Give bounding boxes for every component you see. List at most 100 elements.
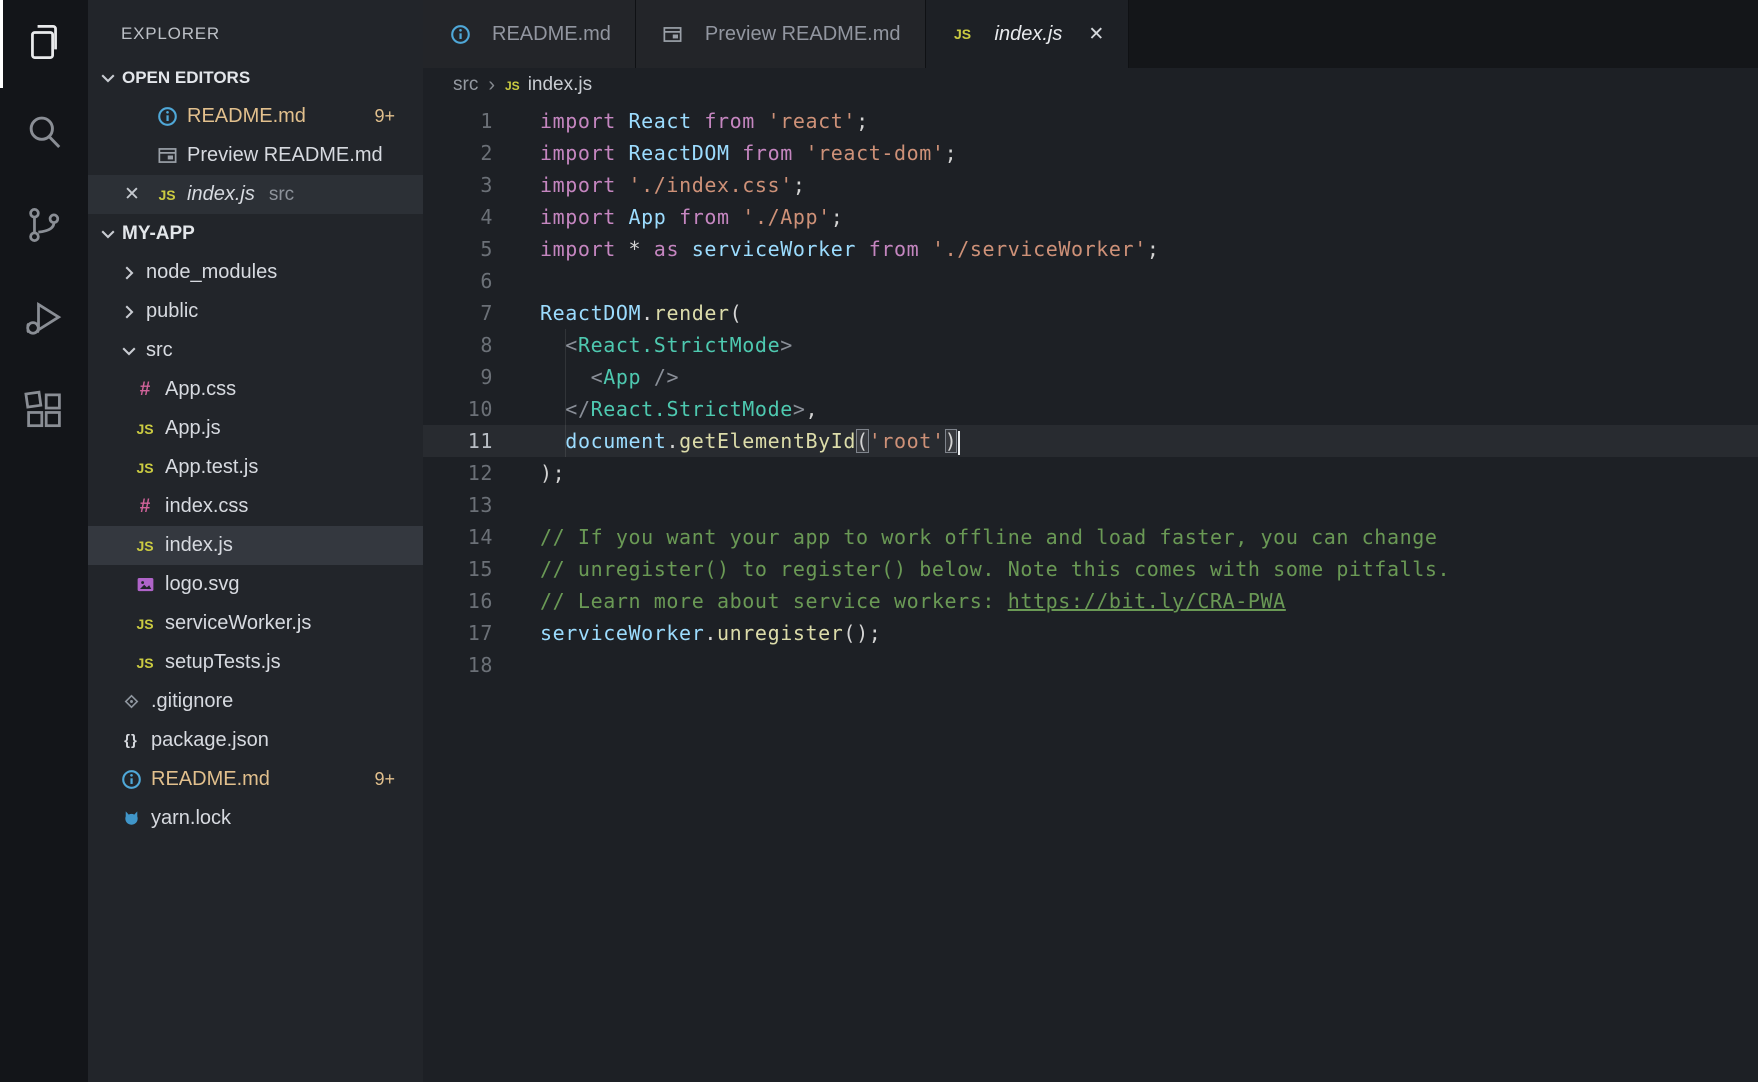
activity-bar-item-run-debug[interactable]: [0, 274, 88, 367]
tree-item-index-js[interactable]: JS index.js: [88, 526, 423, 565]
close-icon[interactable]: ✕: [124, 185, 140, 204]
line-number[interactable]: 10: [423, 393, 493, 425]
code-line-4[interactable]: 4import App from './App';: [423, 201, 1758, 233]
code-token: from: [666, 205, 742, 229]
tree-item-app-test-js[interactable]: JSApp.test.js: [88, 448, 423, 487]
json-icon: {}: [118, 729, 144, 753]
code-line-6[interactable]: 6: [423, 265, 1758, 297]
activity-bar-item-source-control[interactable]: [0, 181, 88, 274]
code-line-14[interactable]: 14// If you want your app to work offlin…: [423, 521, 1758, 553]
git-icon: [118, 690, 144, 714]
line-number[interactable]: 11: [423, 425, 493, 457]
line-number[interactable]: 2: [423, 137, 493, 169]
tab-readme-md[interactable]: README.md: [423, 0, 636, 68]
tree-item-node-modules[interactable]: node_modules: [88, 253, 423, 292]
code-line-15[interactable]: 15// unregister() to register() below. N…: [423, 553, 1758, 585]
file-label: index.js: [165, 534, 233, 557]
tree-item-serviceworker-js[interactable]: JSserviceWorker.js: [88, 604, 423, 643]
code-line-11[interactable]: 11 document.getElementById('root'): [423, 425, 1758, 457]
file-label: App.js: [165, 417, 221, 440]
tree-item-yarn-lock[interactable]: yarn.lock: [88, 799, 423, 838]
line-number[interactable]: 1: [423, 105, 493, 137]
chevron-right-icon: [118, 301, 140, 323]
code-line-7[interactable]: 7ReactDOM.render(: [423, 297, 1758, 329]
line-number[interactable]: 7: [423, 297, 493, 329]
line-number[interactable]: 6: [423, 265, 493, 297]
close-icon[interactable]: ✕: [1088, 23, 1104, 46]
line-number[interactable]: 16: [423, 585, 493, 617]
tree-item-setuptests-js[interactable]: JSsetupTests.js: [88, 643, 423, 682]
line-number[interactable]: 5: [423, 233, 493, 265]
code-line-8[interactable]: 8 <React.StrictMode>: [423, 329, 1758, 361]
tree-item-public[interactable]: public: [88, 292, 423, 331]
code-line-1[interactable]: 1import React from 'react';: [423, 105, 1758, 137]
line-number[interactable]: 8: [423, 329, 493, 361]
activity-bar-item-explorer[interactable]: [0, 0, 88, 88]
tree-item-src[interactable]: src: [88, 331, 423, 370]
code-line-10[interactable]: 10 </React.StrictMode>,: [423, 393, 1758, 425]
line-number[interactable]: 4: [423, 201, 493, 233]
open-editor-index-js[interactable]: ✕JSindex.jssrc: [88, 175, 423, 214]
code-line-17[interactable]: 17serviceWorker.unregister();: [423, 617, 1758, 649]
line-text: // Learn more about service workers: htt…: [493, 585, 1286, 617]
tree-item-app-css[interactable]: #App.css: [88, 370, 423, 409]
code-editor[interactable]: 1import React from 'react';2import React…: [423, 102, 1758, 1082]
code-token: serviceWorker: [540, 621, 704, 645]
code-token: serviceWorker: [692, 237, 856, 261]
file-label: package.json: [151, 729, 269, 752]
code-token: App: [603, 365, 641, 389]
open-editors-header[interactable]: OPEN EDITORS: [88, 58, 423, 97]
line-text: document.getElementById('root'): [493, 425, 960, 457]
project-header[interactable]: MY-APP: [88, 214, 423, 253]
file-label: README.md: [151, 768, 270, 791]
tab-index-js[interactable]: JSindex.js✕: [926, 0, 1130, 68]
line-number[interactable]: 9: [423, 361, 493, 393]
open-editors-list: README.md9+Preview README.md✕JSindex.jss…: [88, 97, 423, 214]
tree-item-package-json[interactable]: {} package.json: [88, 721, 423, 760]
code-line-16[interactable]: 16// Learn more about service workers: h…: [423, 585, 1758, 617]
tree-item-index-css[interactable]: #index.css: [88, 487, 423, 526]
code-token: [540, 429, 565, 453]
open-editor-detail: src: [269, 184, 294, 206]
tab-preview-readme-md[interactable]: Preview README.md: [636, 0, 926, 68]
breadcrumb-item-src[interactable]: src: [453, 74, 478, 96]
code-line-3[interactable]: 3import './index.css';: [423, 169, 1758, 201]
comment-link[interactable]: https://bit.ly/CRA-PWA: [1008, 589, 1286, 613]
activity-bar-item-extensions[interactable]: [0, 367, 88, 460]
open-editor-readme-md[interactable]: README.md9+: [88, 97, 423, 136]
activity-bar-item-search[interactable]: [0, 88, 88, 181]
line-number[interactable]: 13: [423, 489, 493, 521]
code-token: ;: [945, 141, 958, 165]
code-token: [540, 333, 565, 357]
open-editor-preview-readme-md[interactable]: Preview README.md: [88, 136, 423, 175]
code-line-5[interactable]: 5import * as serviceWorker from './servi…: [423, 233, 1758, 265]
code-token: .: [641, 301, 654, 325]
modified-badge: 9+: [374, 106, 395, 127]
tree-item-gitignore[interactable]: .gitignore: [88, 682, 423, 721]
code-token: ;: [793, 173, 806, 197]
code-line-9[interactable]: 9 <App />: [423, 361, 1758, 393]
code-token: from: [730, 141, 806, 165]
code-line-13[interactable]: 13: [423, 489, 1758, 521]
line-number[interactable]: 12: [423, 457, 493, 489]
code-token: >: [780, 333, 793, 357]
line-number[interactable]: 15: [423, 553, 493, 585]
code-token: React.StrictMode: [591, 397, 793, 421]
line-number[interactable]: 17: [423, 617, 493, 649]
yarn-icon: [118, 807, 144, 831]
tree-item-app-js[interactable]: JSApp.js: [88, 409, 423, 448]
file-label: yarn.lock: [151, 807, 231, 830]
code-token: import: [540, 205, 629, 229]
code-line-18[interactable]: 18: [423, 649, 1758, 681]
breadcrumb-item-index-js[interactable]: JSindex.js: [505, 74, 592, 96]
code-line-2[interactable]: 2import ReactDOM from 'react-dom';: [423, 137, 1758, 169]
tree-item-logo-svg[interactable]: logo.svg: [88, 565, 423, 604]
tree-item-readme-md[interactable]: README.md9+: [88, 760, 423, 799]
css-icon: #: [132, 378, 158, 402]
code-token: import: [540, 109, 629, 133]
js-icon: JS: [132, 534, 158, 558]
line-number[interactable]: 3: [423, 169, 493, 201]
line-number[interactable]: 14: [423, 521, 493, 553]
code-line-12[interactable]: 12);: [423, 457, 1758, 489]
line-number[interactable]: 18: [423, 649, 493, 681]
